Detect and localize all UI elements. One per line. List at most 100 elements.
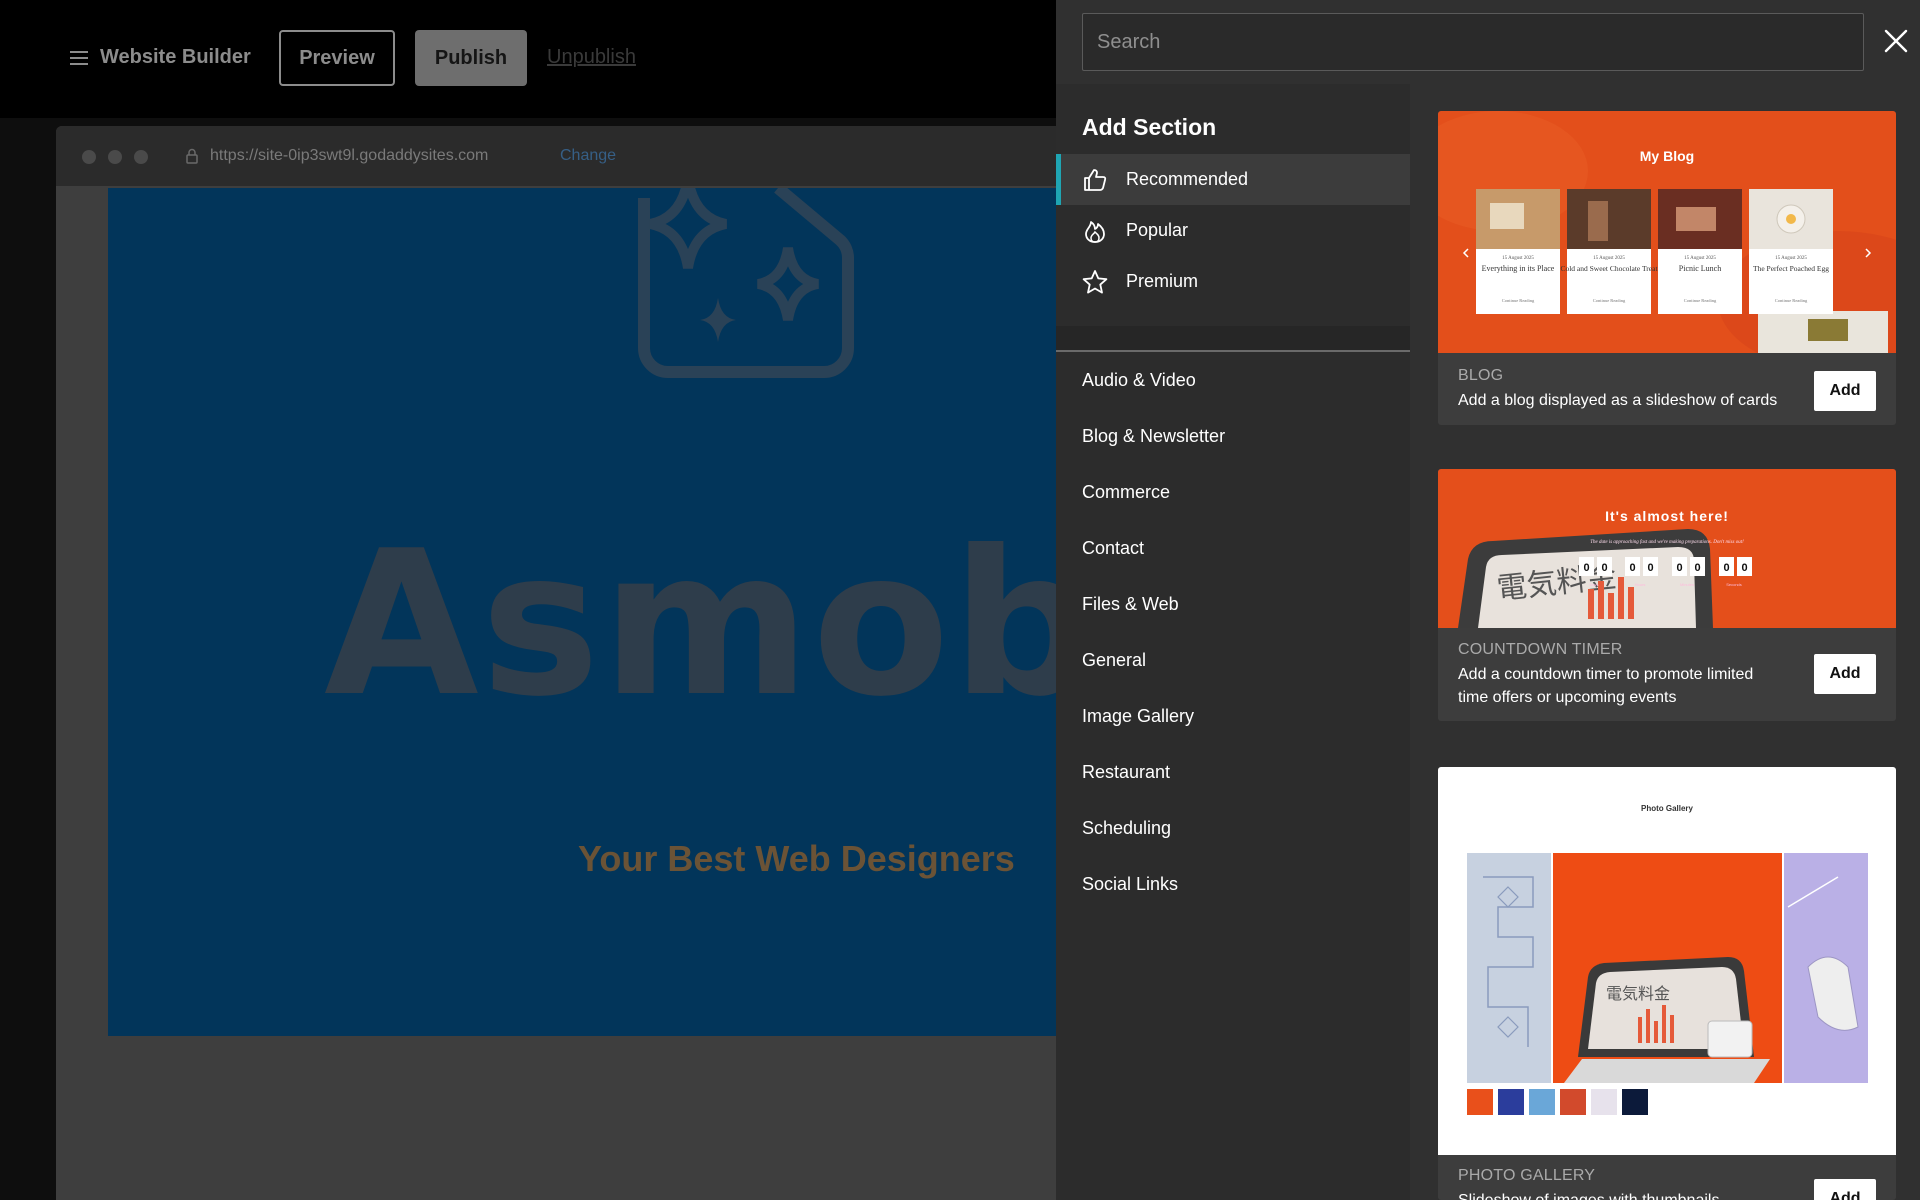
blog-preview-heading: My Blog — [1640, 148, 1694, 164]
svg-text:15 August 2025: 15 August 2025 — [1502, 256, 1534, 261]
filter-premium[interactable]: Premium — [1056, 256, 1410, 307]
site-preview-frame: https://site-0ip3swt9l.godaddysites.com … — [56, 126, 1076, 1200]
category-restaurant[interactable]: Restaurant — [1056, 744, 1410, 800]
countdown-digit: 0 — [1694, 562, 1700, 574]
countdown-unit-label: Hours — [1635, 582, 1646, 587]
countdown-digit: 0 — [1601, 562, 1607, 574]
publish-button[interactable]: Publish — [415, 30, 527, 86]
countdown-preview-subheading: The date is approaching fast and we're m… — [1590, 540, 1744, 545]
add-blog-button[interactable]: Add — [1814, 371, 1876, 411]
hamburger-icon — [70, 50, 88, 65]
category-list: Audio & Video Blog & Newsletter Commerce… — [1056, 352, 1410, 912]
blog-post-card: 15 August 2025 Cold and Sweet Chocolate … — [1560, 189, 1658, 314]
category-commerce[interactable]: Commerce — [1056, 464, 1410, 520]
countdown-preview-heading: It's almost here! — [1605, 508, 1729, 524]
add-photo-gallery-button[interactable]: Add — [1814, 1179, 1876, 1200]
svg-text:Cold and Sweet Chocolate Treat: Cold and Sweet Chocolate Treat — [1560, 264, 1658, 273]
category-scheduling[interactable]: Scheduling — [1056, 800, 1410, 856]
search-row — [1056, 0, 1920, 84]
countdown-digit: 0 — [1583, 562, 1589, 574]
category-audio-video[interactable]: Audio & Video — [1056, 352, 1410, 408]
search-input[interactable] — [1082, 13, 1864, 71]
gallery-thumbnail — [1467, 1089, 1493, 1115]
section-card-list: My Blog 15 August 2025 Everything in its… — [1412, 84, 1920, 1200]
category-general[interactable]: General — [1056, 632, 1410, 688]
site-title: Asmobbi — [324, 508, 1076, 741]
close-icon — [1884, 29, 1908, 52]
category-files-web[interactable]: Files & Web — [1056, 576, 1410, 632]
svg-text:15 August 2025: 15 August 2025 — [1684, 256, 1716, 261]
site-subtitle: Your Best Web Designers — [578, 838, 1015, 879]
svg-text:Continue Reading: Continue Reading — [1502, 298, 1535, 303]
gallery-screen-text: 電気料金 — [1606, 984, 1670, 1003]
gallery-thumbnail — [1529, 1089, 1555, 1115]
gallery-thumbnail — [1622, 1089, 1648, 1115]
countdown-unit-label: Minutes — [1680, 582, 1694, 587]
gallery-thumbnail — [1498, 1089, 1524, 1115]
preview-button[interactable]: Preview — [279, 30, 395, 86]
countdown-unit-label: Seconds — [1726, 582, 1742, 587]
gallery-preview-image: Photo Gallery 電気料金 — [1438, 767, 1896, 1155]
countdown-digit: 0 — [1676, 562, 1682, 574]
website-builder-menu[interactable]: Website Builder — [70, 46, 251, 69]
card-description: Slideshow of images with thumbnails — [1458, 1189, 1786, 1200]
card-kind: COUNTDOWN TIMER — [1458, 641, 1623, 658]
countdown-digit: 0 — [1723, 562, 1729, 574]
category-image-gallery[interactable]: Image Gallery — [1056, 688, 1410, 744]
section-category-nav: Add Section Recommended Popular Premium … — [1056, 84, 1410, 1200]
card-kind: PHOTO GALLERY — [1458, 1167, 1596, 1184]
category-social-links[interactable]: Social Links — [1056, 856, 1410, 912]
category-blog-newsletter[interactable]: Blog & Newsletter — [1056, 408, 1410, 464]
card-description: Add a blog displayed as a slideshow of c… — [1458, 392, 1778, 409]
gallery-thumbnail — [1560, 1089, 1586, 1115]
countdown-unit-label: Days — [1589, 582, 1598, 587]
svg-text:Picnic Lunch: Picnic Lunch — [1679, 264, 1721, 273]
filter-label: Popular — [1126, 220, 1189, 240]
svg-text:Continue Reading: Continue Reading — [1593, 298, 1626, 303]
blog-post-card: 15 August 2025 Picnic Lunch Continue Rea… — [1658, 189, 1742, 314]
nav-divider — [1056, 326, 1410, 352]
card-meta: COUNTDOWN TIMER Add a countdown timer to… — [1458, 641, 1786, 709]
add-section-panel: Add Section Recommended Popular Premiu — [1056, 0, 1920, 1200]
card-kind: BLOG — [1458, 367, 1504, 384]
section-card-countdown-timer[interactable]: 電気料金 It's almost here! The date is appro… — [1438, 469, 1896, 721]
countdown-preview-image: 電気料金 It's almost here! The date is appro… — [1438, 469, 1896, 628]
thumbs-up-icon — [1084, 168, 1107, 191]
blog-post-card: 15 August 2025 The Perfect Poached Egg C… — [1749, 189, 1833, 314]
window-dot — [82, 150, 96, 164]
panel-title: Add Section — [1082, 114, 1217, 140]
filter-popular[interactable]: Popular — [1056, 205, 1410, 256]
countdown-digit: 0 — [1741, 562, 1747, 574]
lock-icon — [186, 148, 198, 164]
countdown-digit: 0 — [1647, 562, 1653, 574]
add-countdown-button[interactable]: Add — [1814, 654, 1876, 694]
card-meta: BLOG Add a blog displayed as a slideshow… — [1458, 367, 1786, 412]
countdown-digit: 0 — [1629, 562, 1635, 574]
filter-label: Recommended — [1126, 169, 1249, 189]
card-meta: PHOTO GALLERY Slideshow of images with t… — [1458, 1167, 1786, 1200]
close-panel-button[interactable] — [1874, 20, 1918, 64]
featured-filters: Recommended Popular Premium — [1056, 154, 1410, 307]
website-builder-label: Website Builder — [100, 46, 251, 68]
svg-text:The Perfect Poached Egg: The Perfect Poached Egg — [1753, 264, 1829, 273]
category-contact[interactable]: Contact — [1056, 520, 1410, 576]
svg-text:Continue Reading: Continue Reading — [1775, 298, 1808, 303]
site-hero[interactable]: Asmobbi Your Best Web Designers — [108, 188, 1076, 1036]
blog-preview-image: My Blog 15 August 2025 Everything in its… — [1438, 111, 1896, 353]
section-card-blog[interactable]: My Blog 15 August 2025 Everything in its… — [1438, 111, 1896, 425]
svg-text:15 August 2025: 15 August 2025 — [1593, 256, 1625, 261]
unpublish-link[interactable]: Unpublish — [547, 46, 636, 69]
star-icon — [1082, 269, 1108, 293]
section-card-photo-gallery[interactable]: Photo Gallery 電気料金 PHOTO GALLERY Add — [1438, 767, 1896, 1200]
gallery-thumbnail — [1591, 1089, 1617, 1115]
browser-bar: https://site-0ip3swt9l.godaddysites.com … — [56, 126, 1076, 186]
window-dot — [108, 150, 122, 164]
site-logo-icon — [638, 188, 855, 378]
svg-text:15 August 2025: 15 August 2025 — [1775, 256, 1807, 261]
svg-text:Continue Reading: Continue Reading — [1684, 298, 1717, 303]
window-dot — [134, 150, 148, 164]
flame-icon — [1085, 220, 1105, 243]
card-description: Add a countdown timer to promote limited… — [1458, 666, 1754, 706]
filter-recommended[interactable]: Recommended — [1056, 154, 1410, 205]
change-url-link[interactable]: Change — [560, 147, 616, 165]
